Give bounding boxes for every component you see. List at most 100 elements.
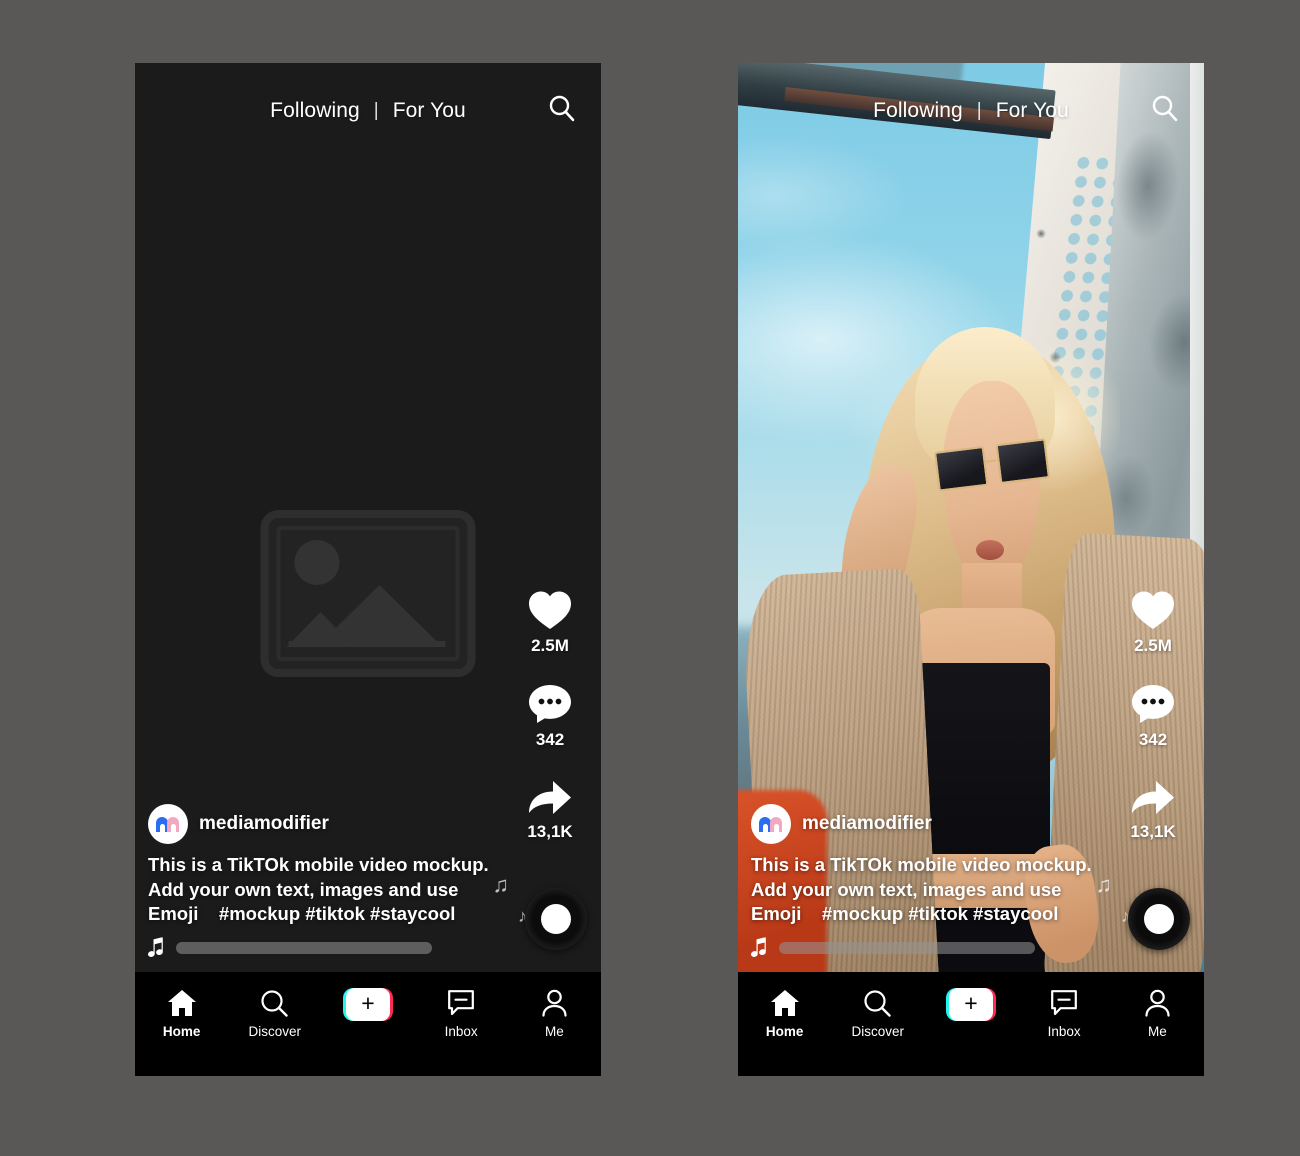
floating-music-note-1: ♫	[492, 872, 510, 897]
music-note-icon	[751, 937, 766, 957]
nav-label-discover: Discover	[248, 1024, 302, 1039]
video-progress-bar[interactable]	[779, 941, 1035, 954]
placeholder-base-line	[288, 641, 446, 647]
share-button[interactable]: 13,1K	[1128, 776, 1178, 842]
caption-line-3: Emoji #mockup #tiktok #staycool	[148, 903, 456, 925]
plus-icon[interactable]: +	[945, 988, 996, 1021]
caption-line-1: This is a TikTOk mobile video mockup.	[148, 854, 489, 876]
tab-separator: |	[976, 100, 982, 121]
like-count: 2.5M	[531, 636, 569, 655]
nav-item-create[interactable]: +	[932, 988, 1010, 1027]
search-button[interactable]	[546, 93, 578, 130]
home-icon	[167, 988, 197, 1018]
author-username[interactable]: mediamodifier	[802, 813, 932, 835]
bottom-navbar-left: Home Discover + Inbox Me	[135, 972, 601, 1076]
search-icon	[549, 95, 575, 122]
home-icon	[770, 988, 800, 1018]
caption-line-1: This is a TikTOk mobile video mockup.	[751, 854, 1092, 876]
search-icon	[260, 988, 289, 1018]
post-caption-block-left: mediamodifier This is a TikTOk mobile vi…	[148, 804, 489, 972]
music-note-icon	[148, 937, 163, 957]
like-button[interactable]: 2.5M	[526, 588, 574, 656]
nav-item-me[interactable]: Me	[515, 988, 593, 1039]
inbox-message-icon	[447, 988, 475, 1018]
search-icon	[1152, 95, 1178, 122]
action-rail-right: 2.5M 342 13,1K	[1110, 588, 1196, 842]
share-button[interactable]: 13,1K	[525, 776, 575, 842]
share-arrow-icon	[529, 781, 571, 814]
comment-bubble-icon	[529, 685, 571, 723]
placeholder-sun-shape	[294, 540, 340, 585]
heart-icon	[529, 591, 571, 629]
nav-label-me: Me	[1147, 1024, 1167, 1039]
video-progress-bar[interactable]	[176, 941, 432, 954]
search-button[interactable]	[1149, 93, 1181, 130]
heart-icon	[1132, 591, 1174, 629]
nav-item-me[interactable]: Me	[1118, 988, 1196, 1039]
feed-tabs-right: Following | For You	[873, 99, 1069, 123]
video-stage-left[interactable]: Following | For You 2.5M 342 13,1K ♫ ♪ m…	[135, 63, 601, 972]
nav-item-home[interactable]: Home	[143, 988, 221, 1039]
avatar[interactable]	[751, 804, 791, 845]
like-button[interactable]: 2.5M	[1129, 588, 1177, 656]
post-author-row[interactable]: mediamodifier	[751, 804, 1081, 845]
image-placeholder-icon	[260, 510, 476, 677]
share-count: 13,1K	[527, 822, 573, 841]
feed-header: Following | For You	[135, 63, 601, 159]
avatar[interactable]	[148, 804, 188, 845]
feed-header-right: Following | For You	[738, 63, 1204, 159]
nav-item-inbox[interactable]: Inbox	[1025, 988, 1103, 1039]
tab-following[interactable]: Following	[270, 99, 360, 123]
tab-for-you[interactable]: For You	[996, 99, 1069, 123]
plus-glyph: +	[964, 990, 978, 1016]
music-disc-button[interactable]	[525, 888, 587, 950]
nav-label-inbox: Inbox	[444, 1024, 478, 1039]
tab-separator: |	[373, 100, 379, 121]
nav-item-inbox[interactable]: Inbox	[422, 988, 500, 1039]
action-rail-left: 2.5M 342 13,1K	[507, 588, 593, 842]
video-stage-right[interactable]: Following | For You 2.5M 342 13,1K ♫ ♪ m…	[738, 63, 1204, 972]
nav-label-me: Me	[544, 1024, 564, 1039]
caption-line-3: Emoji #mockup #tiktok #staycool	[751, 903, 1059, 925]
author-username[interactable]: mediamodifier	[199, 813, 329, 835]
person-icon	[541, 988, 568, 1018]
music-progress-row[interactable]	[148, 937, 478, 958]
music-progress-row[interactable]	[751, 937, 1081, 958]
share-count: 13,1K	[1130, 822, 1176, 841]
plus-icon[interactable]: +	[342, 988, 393, 1021]
vinyl-record-icon	[541, 904, 571, 934]
nav-label-inbox: Inbox	[1047, 1024, 1081, 1039]
share-arrow-icon	[1132, 781, 1174, 814]
nav-item-discover[interactable]: Discover	[839, 988, 917, 1039]
comment-button[interactable]: 342	[1130, 682, 1176, 750]
nav-item-discover[interactable]: Discover	[236, 988, 314, 1039]
phone-mockup-right: Following | For You 2.5M 342 13,1K ♫ ♪ m…	[738, 63, 1204, 1076]
plus-glyph: +	[361, 990, 375, 1016]
search-icon	[863, 988, 892, 1018]
mediamodifier-logo-icon	[759, 816, 783, 832]
floating-music-note-1: ♫	[1095, 872, 1113, 897]
mediamodifier-logo-icon	[156, 816, 180, 832]
post-caption-block-right: mediamodifier This is a TikTOk mobile vi…	[751, 804, 1092, 972]
tab-following[interactable]: Following	[873, 99, 963, 123]
caption-line-2: Add your own text, images and use	[148, 878, 459, 900]
inbox-message-icon	[1050, 988, 1078, 1018]
nav-item-create[interactable]: +	[329, 988, 407, 1027]
comment-count: 342	[535, 730, 565, 749]
comment-count: 342	[1138, 730, 1168, 749]
phone-mockup-left: Following | For You 2.5M 342 13,1K ♫ ♪ m…	[135, 63, 601, 1076]
nav-label-home: Home	[162, 1024, 201, 1039]
bottom-navbar-right: Home Discover + Inbox Me	[738, 972, 1204, 1076]
nav-item-home[interactable]: Home	[746, 988, 824, 1039]
feed-tabs: Following | For You	[270, 99, 466, 123]
nav-label-discover: Discover	[851, 1024, 905, 1039]
vinyl-record-icon	[1144, 904, 1174, 934]
post-author-row[interactable]: mediamodifier	[148, 804, 478, 845]
comment-button[interactable]: 342	[527, 682, 573, 750]
music-disc-button[interactable]	[1128, 888, 1190, 950]
person-icon	[1144, 988, 1171, 1018]
caption-line-2: Add your own text, images and use	[751, 878, 1062, 900]
tab-for-you[interactable]: For You	[393, 99, 466, 123]
like-count: 2.5M	[1134, 636, 1172, 655]
nav-label-home: Home	[765, 1024, 804, 1039]
